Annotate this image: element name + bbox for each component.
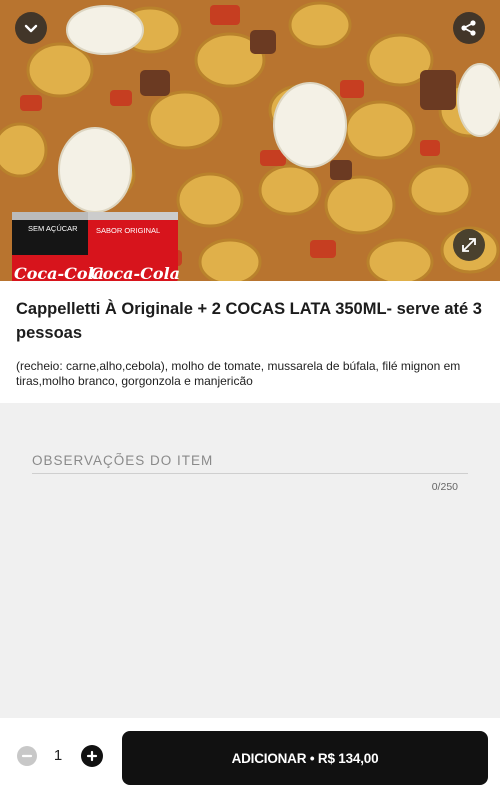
item-notes: 0/250 [32, 450, 468, 493]
back-button[interactable] [15, 12, 47, 44]
decrease-quantity-button[interactable] [17, 746, 37, 766]
product-image: SEM AÇÚCAR SABOR ORIGINAL Coca-Cola Coca… [0, 0, 500, 281]
can-right-label: SABOR ORIGINAL [96, 226, 160, 235]
add-to-cart-button[interactable]: ADICIONAR • R$ 134,00 [122, 731, 488, 785]
plus-icon [86, 750, 98, 762]
share-icon [461, 20, 476, 36]
item-notes-input[interactable] [32, 450, 468, 474]
expand-icon [462, 238, 476, 252]
increase-quantity-button[interactable] [81, 745, 103, 767]
quantity-value: 1 [53, 747, 63, 764]
product-description: (recheio: carne,alho,cebola), molho de t… [16, 359, 461, 388]
product-info: Cappelletti À Originale + 2 COCAS LATA 3… [0, 281, 500, 403]
minus-icon [21, 754, 33, 758]
expand-image-button[interactable] [453, 229, 485, 261]
pasta-photo: SEM AÇÚCAR SABOR ORIGINAL Coca-Cola Coca… [0, 0, 500, 281]
share-button[interactable] [453, 12, 485, 44]
coca-cola-cans: SEM AÇÚCAR SABOR ORIGINAL Coca-Cola Coca… [12, 212, 180, 281]
can-left-label: SEM AÇÚCAR [28, 224, 78, 233]
notes-char-counter: 0/250 [431, 481, 458, 493]
bottom-action-bar: 1 ADICIONAR • R$ 134,00 [0, 718, 500, 791]
can-right-brand: Coca-Cola [90, 264, 180, 281]
product-title: Cappelletti À Originale + 2 COCAS LATA 3… [16, 300, 482, 342]
chevron-down-icon [24, 24, 38, 33]
